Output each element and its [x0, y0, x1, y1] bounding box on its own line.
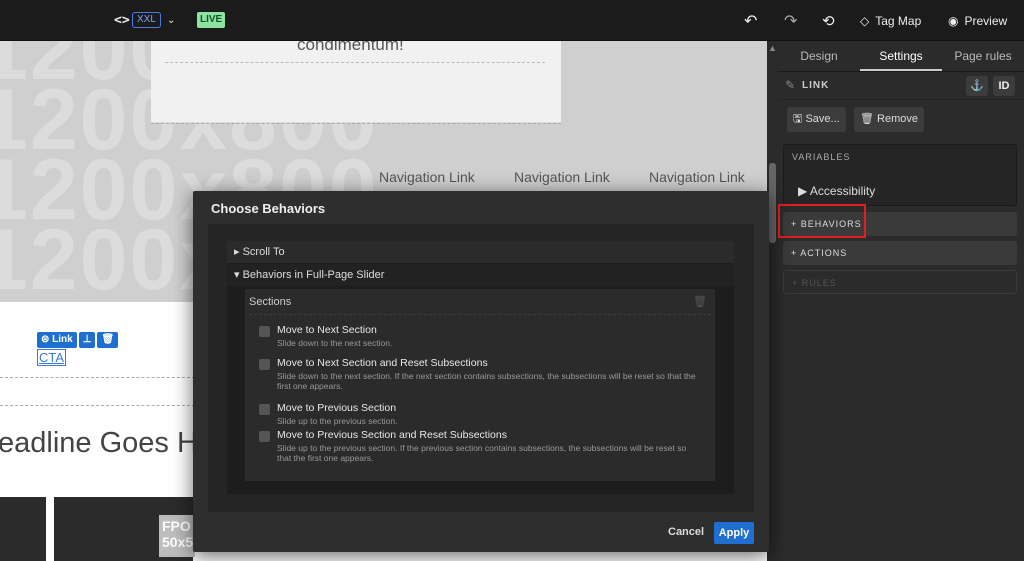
divider [0, 377, 195, 378]
variables-label: VARIABLES [792, 152, 851, 162]
tag-icon: ◇ [860, 13, 870, 28]
option-description: Slide up to the previous section. If the… [277, 443, 687, 463]
accessibility-toggle[interactable]: ▶ Accessibility [798, 184, 875, 198]
pin-icon[interactable]: ⊥ [78, 332, 96, 348]
group-label: Behaviors in Full-Page Slider [242, 269, 385, 281]
id-button[interactable]: ID [993, 76, 1015, 96]
element-type-label: LINK [802, 80, 830, 91]
trash-icon[interactable]: 🗑 [97, 332, 119, 348]
element-header: ✎ LINK ⚓ ID [778, 72, 1024, 100]
option-description: Slide up to the previous section. [277, 416, 398, 426]
trash-icon[interactable]: 🗑 [693, 295, 707, 308]
preview-label: Preview [964, 13, 1008, 28]
group-label: Scroll To [242, 246, 285, 258]
dialog-title: Choose Behaviors [211, 201, 326, 216]
option-description: Slide down to the next section. If the n… [277, 371, 696, 391]
tab-settings[interactable]: Settings [860, 41, 942, 71]
option-title: Move to Previous Section [277, 402, 397, 414]
rules-button[interactable]: + RULES [783, 270, 1017, 294]
link-label: Link [52, 334, 73, 345]
cta-link[interactable]: CTA [37, 349, 67, 366]
divider [151, 123, 561, 124]
live-badge: LIVE [197, 12, 226, 28]
breakpoint-badge[interactable]: XXL [132, 12, 161, 28]
apply-button[interactable]: Apply [714, 522, 754, 544]
nav-link[interactable]: Navigation Link [649, 169, 745, 185]
link-chip-label[interactable]: ⊜ Link [37, 332, 77, 348]
variables-section: VARIABLES ▶ Accessibility [783, 144, 1017, 206]
remove-button[interactable]: 🗑 Remove [854, 107, 924, 132]
undo-icon[interactable]: ↶ [744, 0, 757, 41]
highlight-box [778, 204, 866, 238]
chevron-down-icon[interactable]: ⌄ [167, 0, 175, 41]
tab-design[interactable]: Design [778, 41, 860, 71]
preview-button[interactable]: ◉ Preview [948, 0, 1007, 41]
actions-button[interactable]: + ACTIONS [783, 241, 1017, 265]
option-description: Slide down to the next section. [277, 338, 393, 348]
panel-tabs: Design Settings Page rules [778, 41, 1024, 72]
checkbox[interactable] [259, 326, 270, 337]
card-text: condimentum! [297, 41, 404, 54]
tag-map-label: Tag Map [875, 13, 922, 28]
save-label: Save... [805, 113, 840, 125]
content-card[interactable]: condimentum! [151, 41, 561, 123]
code-icon[interactable]: <> [114, 0, 130, 41]
sections-group: Sections 🗑 Move to Next Section Slide do… [245, 289, 715, 481]
behaviors-list: ▸ Scroll To ▾ Behaviors in Full-Page Sli… [227, 241, 734, 494]
option-title: Move to Next Section [277, 324, 377, 336]
image-block[interactable] [0, 497, 46, 561]
scroll-thumb[interactable] [769, 163, 776, 243]
option-title: Move to Previous Section and Reset Subse… [277, 429, 507, 441]
checkbox[interactable] [259, 359, 270, 370]
checkbox[interactable] [259, 404, 270, 415]
remove-label: Remove [877, 113, 918, 125]
top-toolbar: <> XXL ⌄ LIVE ↶ ↷ ⟲ ◇ Tag Map ◉ Preview [0, 0, 1024, 41]
scroll-up-icon[interactable]: ▲ [768, 43, 777, 53]
headline[interactable]: eadline Goes H [0, 427, 198, 460]
divider [165, 62, 545, 63]
group-full-page-slider[interactable]: ▾ Behaviors in Full-Page Slider [227, 264, 734, 286]
nav-link[interactable]: Navigation Link [514, 169, 610, 185]
anchor-icon[interactable]: ⚓ [966, 76, 988, 96]
divider [249, 314, 711, 315]
option-title: Move to Next Section and Reset Subsectio… [277, 357, 488, 369]
eye-icon: ◉ [948, 13, 959, 28]
tag-map-button[interactable]: ◇ Tag Map [860, 0, 921, 41]
group-scroll-to[interactable]: ▸ Scroll To [227, 241, 734, 263]
pencil-icon: ✎ [785, 78, 796, 92]
redo-icon[interactable]: ↷ [784, 0, 797, 41]
history-icon[interactable]: ⟲ [822, 0, 835, 41]
accessibility-label: Accessibility [809, 184, 876, 198]
nav-link[interactable]: Navigation Link [379, 169, 475, 185]
save-button[interactable]: 🖫 Save... [787, 107, 846, 132]
tab-page-rules[interactable]: Page rules [942, 41, 1024, 71]
fpo-placeholder: FPO 50x5 [159, 515, 195, 557]
cancel-button[interactable]: Cancel [668, 526, 704, 538]
choose-behaviors-dialog: Choose Behaviors ▸ Scroll To ▾ Behaviors… [193, 191, 769, 552]
link-element-toolbar[interactable]: ⊜ Link ⊥ 🗑 [37, 332, 119, 348]
checkbox[interactable] [259, 431, 270, 442]
divider [0, 405, 195, 406]
dialog-body: ▸ Scroll To ▾ Behaviors in Full-Page Sli… [208, 224, 754, 512]
sections-label: Sections [249, 296, 292, 308]
settings-panel: Design Settings Page rules ✎ LINK ⚓ ID 🖫… [778, 41, 1024, 561]
